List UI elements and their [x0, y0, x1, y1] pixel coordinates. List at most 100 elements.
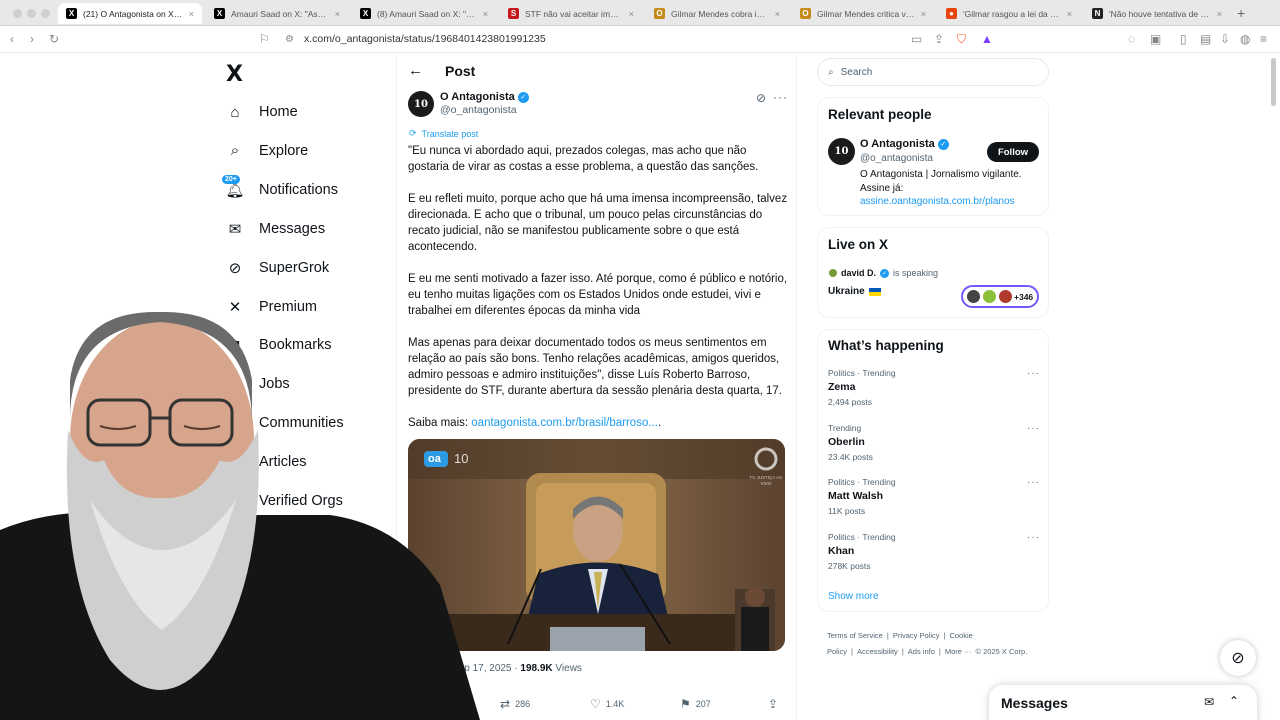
profile-icon[interactable]: ◍ [1240, 32, 1250, 46]
person-avatar[interactable]: 10 [828, 138, 855, 165]
page-scrollbar[interactable] [1271, 58, 1276, 106]
post-date[interactable]: Sep 17, 2025 [452, 663, 512, 674]
trend-item[interactable]: Politics · Trending Matt Walsh 11K posts ··… [828, 477, 1040, 516]
article-link[interactable]: oantagonista.com.br/brasil/barroso... [471, 417, 658, 429]
share-icon[interactable]: ⇪ [934, 32, 944, 46]
post-meta: Sep 17, 2025 · 198.9K Views [452, 663, 582, 674]
grok-explain-icon[interactable]: ⊘ [756, 91, 766, 105]
new-tab-button[interactable]: + [1237, 5, 1245, 21]
window-close-button[interactable] [13, 9, 22, 18]
footer-link[interactable]: © 2025 X Corp. [976, 647, 1028, 656]
show-more-link[interactable]: Show more [828, 591, 879, 602]
like-button[interactable]: ♡ 1.4K [590, 697, 624, 711]
article-icon: ▤ [227, 454, 243, 472]
tab-close-icon[interactable]: × [921, 9, 926, 19]
new-message-icon[interactable]: ✉ [1204, 695, 1214, 709]
tab-close-icon[interactable]: × [1067, 9, 1072, 19]
downloads-icon[interactable]: ⇩ [1220, 32, 1230, 46]
tab-close-icon[interactable]: × [189, 9, 194, 19]
nav-item-supergrok[interactable]: ⊘ SuperGrok [226, 254, 329, 282]
forward-arrow-icon[interactable]: › [30, 32, 34, 46]
extension-icon[interactable]: ◌ [1128, 32, 1135, 46]
nav-item-verified-orgs[interactable]: ϟ Verified Orgs [226, 487, 343, 515]
nav-item-explore[interactable]: ⌕ Explore [226, 137, 308, 165]
trend-item[interactable]: Politics · Trending Khan 278K posts ··· [828, 532, 1040, 571]
brave-shield-icon[interactable]: ⛉ [957, 32, 966, 47]
window-zoom-button[interactable] [41, 9, 50, 18]
nav-item-notifications[interactable]: 🔔︎ 20+ Notifications [222, 174, 338, 204]
tab-close-icon[interactable]: × [335, 9, 340, 19]
author-name[interactable]: O Antagonista [440, 91, 515, 103]
nav-item-communities[interactable]: ⚇ Communities [226, 409, 343, 437]
tab-close-icon[interactable]: × [775, 9, 780, 19]
nav-item-premium[interactable]: ✕ Premium [226, 293, 317, 321]
browser-tab[interactable]: X (21) O Antagonista on X: "Eu × [58, 3, 202, 24]
window-minimize-button[interactable] [27, 9, 36, 18]
retweet-button[interactable]: ⇄ 286 [500, 697, 530, 711]
trend-item[interactable]: Trending Oberlin 23.4K posts ··· [828, 423, 1040, 462]
browser-tab[interactable]: N 'Não houve tentativa de golpe × [1084, 3, 1230, 24]
browser-tab[interactable]: O Gilmar Mendes critica voto de × [792, 3, 934, 24]
trend-more-icon[interactable]: ··· [1027, 423, 1040, 434]
tab-title: 'Não houve tentativa de golpe [1109, 8, 1211, 19]
wallet-icon[interactable]: ▣ [1150, 32, 1161, 46]
search-input[interactable]: ⌕ Search [817, 58, 1049, 86]
footer-link[interactable]: Ads info [908, 647, 935, 656]
site-settings-icon[interactable]: ⚙ [285, 34, 294, 45]
author-handle[interactable]: @o_antagonista [440, 104, 529, 116]
space-title[interactable]: Ukraine [828, 286, 881, 297]
post-video[interactable]: oa 10 TV JUSTIÇA AO VIVO [408, 439, 785, 651]
trend-more-icon[interactable]: ··· [1027, 368, 1040, 379]
bookmark-page-icon[interactable]: ⚐ [259, 32, 270, 46]
grok-button[interactable]: ⊘ [1220, 640, 1256, 676]
translate-post-link[interactable]: ⟳ Translate post [409, 128, 478, 139]
nav-item-home[interactable]: ⌂ Home [226, 98, 298, 126]
back-arrow-icon[interactable]: ‹ [10, 32, 14, 46]
share-button[interactable]: ⇪ [768, 697, 778, 711]
bio-link[interactable]: assine.oantagonista.com.br/planos [860, 196, 1015, 207]
follow-button[interactable]: Follow [987, 142, 1039, 162]
live-host[interactable]: david D. ✓ is speaking [829, 268, 938, 278]
rewards-icon[interactable]: ▲ [981, 32, 993, 46]
tab-close-icon[interactable]: × [629, 9, 634, 19]
nav-item-bookmarks[interactable]: ⚑ Bookmarks [226, 331, 331, 359]
person-bio: O Antagonista | Jornalismo vigilante. As… [860, 168, 1040, 209]
happening-title: What’s happening [828, 338, 944, 353]
tab-close-icon[interactable]: × [483, 9, 488, 19]
tab-close-icon[interactable]: × [1217, 9, 1222, 19]
bookmark-button[interactable]: ⚑ 207 [680, 697, 711, 711]
footer-link[interactable]: More ··· [945, 647, 972, 656]
x-logo[interactable]: X [226, 62, 243, 87]
nav-item-jobs[interactable]: ▣ Jobs [226, 370, 290, 398]
reload-icon[interactable]: ↻ [49, 32, 59, 46]
footer-link[interactable]: Privacy Policy [893, 631, 940, 640]
nav-item-articles[interactable]: ▤ Articles [226, 448, 307, 476]
browser-tab[interactable]: O Gilmar Mendes cobra informa × [646, 3, 788, 24]
footer-link[interactable]: Accessibility [857, 647, 898, 656]
footer-separator: | [938, 647, 941, 656]
menu-icon[interactable]: ≡ [1260, 32, 1267, 46]
more-options-icon[interactable]: ··· [773, 90, 788, 104]
sidebar-icon[interactable]: ▯ [1180, 32, 1187, 46]
trend-more-icon[interactable]: ··· [1027, 532, 1040, 543]
footer-link[interactable]: Terms of Service [827, 631, 883, 640]
address-bar[interactable]: x.com/o_antagonista/status/1968401423801… [304, 33, 546, 45]
back-arrow-icon[interactable]: ← [408, 62, 423, 79]
browser-tab[interactable]: S STF não vai aceitar impeachm × [500, 3, 642, 24]
person-handle[interactable]: @o_antagonista [860, 153, 933, 164]
trend-more-icon[interactable]: ··· [1027, 477, 1040, 488]
browser-tab[interactable]: ● 'Gilmar rasgou a lei da magist × [938, 3, 1080, 24]
views-label: Views [555, 663, 582, 674]
cast-icon[interactable]: ▭ [911, 32, 922, 46]
author-avatar[interactable]: 10 [408, 91, 434, 117]
reading-list-icon[interactable]: ▤ [1200, 32, 1211, 46]
nav-item-messages[interactable]: ✉ Messages [226, 215, 325, 243]
browser-tab[interactable]: X Amauri Saad on X: "Assistam × [206, 3, 348, 24]
messages-drawer[interactable]: Messages ✉ ⌃ [989, 685, 1257, 720]
listeners-pill[interactable]: +346 [961, 285, 1039, 308]
nav-item-label: Home [259, 104, 298, 120]
expand-icon[interactable]: ⌃ [1229, 694, 1239, 708]
browser-tab[interactable]: X (8) Amauri Saad on X: "Barro × [352, 3, 496, 24]
person-name-row[interactable]: O Antagonista ✓ [860, 138, 949, 150]
trend-item[interactable]: Politics · Trending Zema 2,494 posts ··· [828, 368, 1040, 407]
